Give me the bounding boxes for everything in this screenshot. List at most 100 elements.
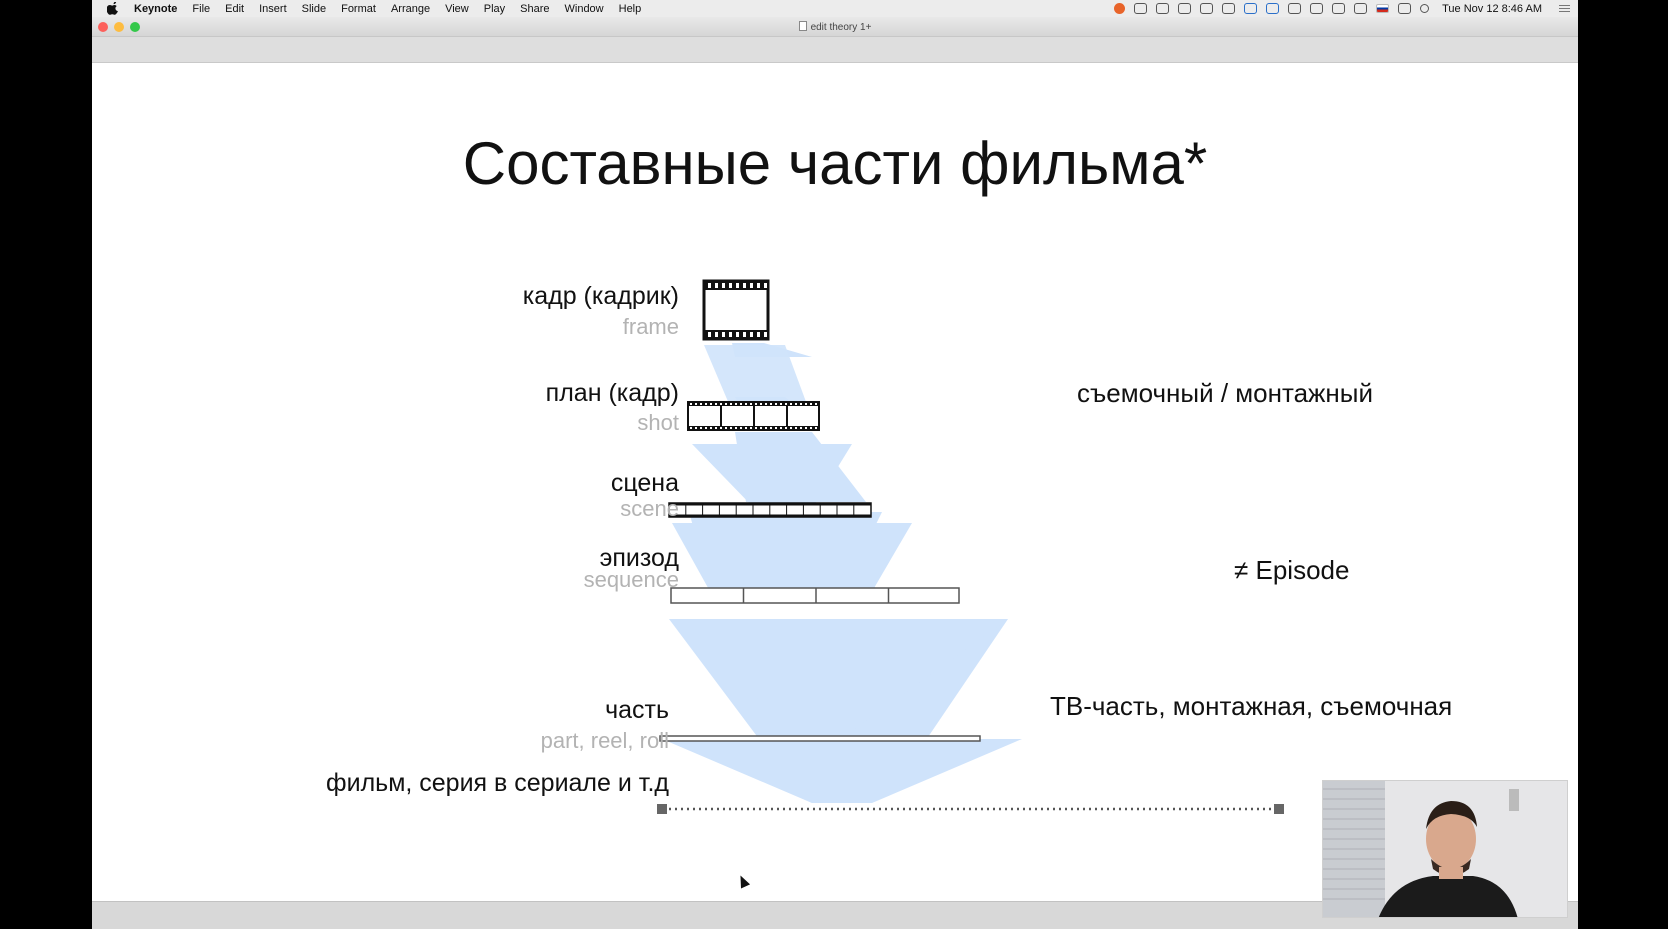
label-part-ru: часть (605, 696, 669, 724)
film-start-marker (657, 804, 667, 814)
sync-icon[interactable] (1156, 3, 1170, 14)
perforation (710, 427, 712, 429)
time-machine-icon[interactable] (1332, 3, 1346, 14)
document-title-text: edit theory 1+ (810, 22, 872, 33)
perforation (729, 332, 732, 337)
perforation (722, 332, 725, 337)
perforation (795, 427, 797, 429)
perforation (764, 332, 767, 337)
perforation (765, 403, 767, 405)
note-shot: съемочный / монтажный (1077, 378, 1373, 408)
menu-help[interactable]: Help (619, 3, 642, 15)
menu-window[interactable]: Window (565, 3, 604, 15)
perforation (800, 427, 802, 429)
perforation (755, 427, 757, 429)
note-sequence: ≠ Episode (1234, 555, 1350, 585)
perforation (805, 427, 807, 429)
note-part: ТВ-часть, монтажная, съемочная (1050, 691, 1453, 721)
perforation (760, 403, 762, 405)
perforation (730, 403, 732, 405)
label-scene-en: scene (620, 496, 679, 521)
perforation (775, 427, 777, 429)
spotlight-search-icon[interactable] (1420, 4, 1430, 13)
perforation (736, 332, 739, 337)
perforation (725, 427, 727, 429)
drive-icon[interactable] (1200, 3, 1214, 14)
perforation (815, 427, 817, 429)
perforation (785, 403, 787, 405)
sequence-bar (670, 587, 960, 604)
perforation (708, 283, 711, 288)
label-scene-ru: сцена (610, 469, 679, 497)
perforation (790, 403, 792, 405)
notification-center-icon[interactable] (1559, 5, 1570, 12)
perforation (720, 403, 722, 405)
menu-edit[interactable]: Edit (225, 3, 244, 15)
menu-arrange[interactable]: Arrange (391, 3, 430, 15)
perforation (690, 403, 692, 405)
perforation (760, 427, 762, 429)
adobe-icon[interactable] (1134, 3, 1148, 14)
perforation (805, 403, 807, 405)
perforation (722, 283, 725, 288)
perforation (705, 427, 707, 429)
perforation (740, 403, 742, 405)
label-shot-ru: план (кадр) (545, 379, 679, 407)
apple-menu-icon[interactable] (106, 2, 120, 16)
perforation (795, 403, 797, 405)
perforation (690, 427, 692, 429)
menu-format[interactable]: Format (341, 3, 376, 15)
document-title: edit theory 1+ (92, 21, 1578, 33)
display-icon[interactable] (1288, 3, 1302, 14)
perforation (715, 427, 717, 429)
menu-keynote[interactable]: Keynote (134, 3, 177, 15)
cone-part-to-film (662, 739, 1022, 803)
status-icons (1114, 3, 1430, 14)
russian-flag-icon[interactable] (1376, 4, 1390, 13)
perforation (710, 403, 712, 405)
perforation (785, 427, 787, 429)
menu-bar: Keynote File Edit Insert Slide Format Arrange V… (92, 0, 1578, 17)
globe-icon[interactable] (1222, 3, 1236, 14)
menu-play[interactable]: Play (484, 3, 505, 15)
perforation (715, 403, 717, 405)
part-bar (659, 735, 981, 742)
perforation (780, 427, 782, 429)
menu-slide[interactable]: Slide (302, 3, 326, 15)
menu-view[interactable]: View (445, 3, 469, 15)
record-icon[interactable] (1114, 3, 1126, 14)
perforation (750, 283, 753, 288)
clock[interactable]: Tue Nov 12 8:46 AM (1442, 3, 1542, 15)
cloud-icon[interactable] (1310, 3, 1324, 14)
perforation (735, 403, 737, 405)
dropbox-icon[interactable] (1178, 3, 1192, 14)
label-shot-en: shot (637, 410, 679, 435)
label-part-en: part, reel, roll (540, 728, 669, 753)
perforation (750, 427, 752, 429)
teamviewer-icon[interactable] (1244, 3, 1258, 14)
perforation (740, 427, 742, 429)
menu-insert[interactable]: Insert (259, 3, 287, 15)
label-frame-en: frame (622, 314, 679, 339)
perforation (750, 332, 753, 337)
perforation (725, 403, 727, 405)
perforation (708, 332, 711, 337)
perforation (780, 403, 782, 405)
perforation (775, 403, 777, 405)
sync-circle-icon[interactable] (1266, 3, 1280, 14)
wifi-icon[interactable] (1354, 3, 1368, 14)
perforation (700, 427, 702, 429)
screen: Keynote File Edit Insert Slide Format Arrange V… (0, 0, 1668, 929)
perforation (743, 332, 746, 337)
perforation (730, 427, 732, 429)
menu-file[interactable]: File (192, 3, 210, 15)
status-area: Tue Nov 12 8:46 AM (1114, 0, 1570, 17)
menu-share[interactable]: Share (520, 3, 549, 15)
perforation (810, 427, 812, 429)
volume-icon[interactable] (1398, 3, 1412, 14)
perforation (736, 283, 739, 288)
perforation (720, 427, 722, 429)
slide-canvas: Составные части фильма* кадр (кадрик) fr… (92, 63, 1578, 901)
perforation (765, 427, 767, 429)
perforation (764, 283, 767, 288)
